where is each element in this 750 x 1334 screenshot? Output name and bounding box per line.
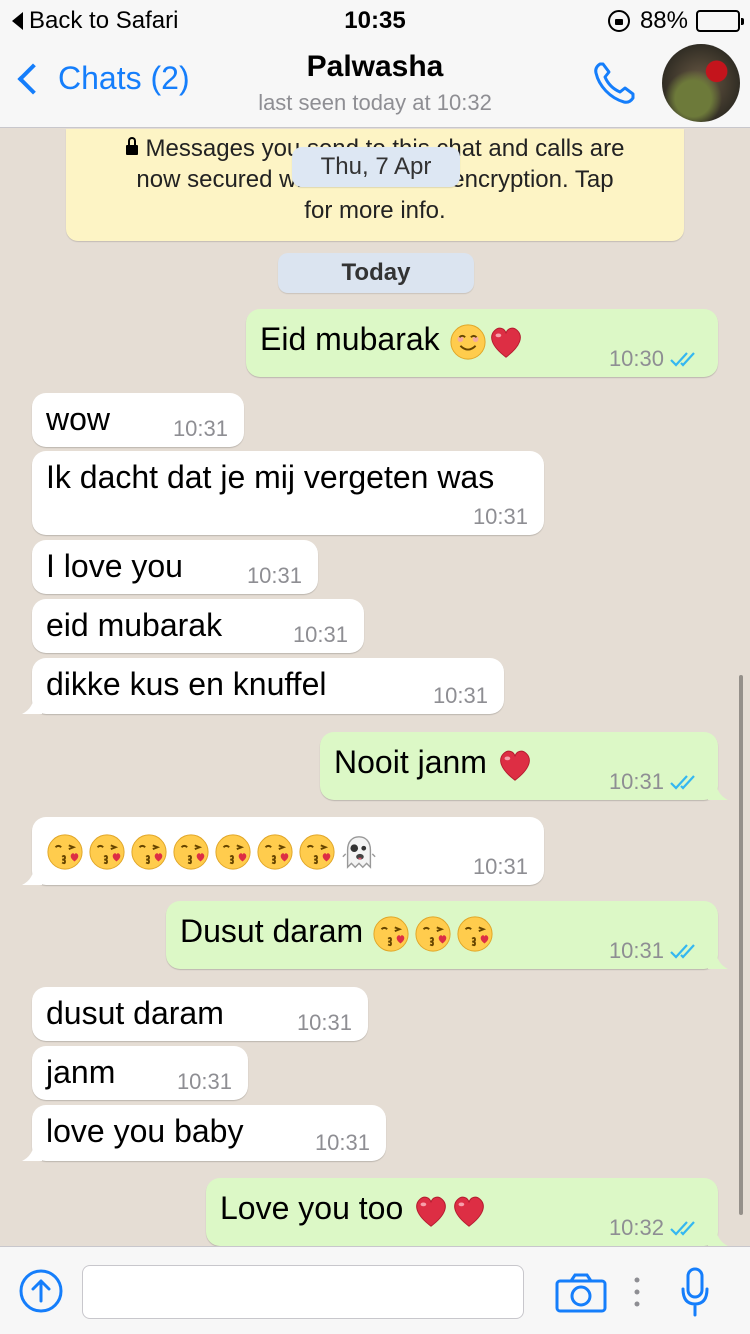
kiss-emoji-icon: [172, 833, 210, 871]
bubble-tail-icon: [22, 1141, 42, 1161]
phone-call-icon[interactable]: [590, 58, 640, 108]
camera-icon[interactable]: [555, 1273, 607, 1313]
message-time: 10:31: [472, 504, 528, 529]
chat-scrollbar[interactable]: [739, 675, 743, 1215]
heart-emoji-icon: [487, 323, 525, 361]
encryption-line-3: for more info.: [304, 197, 446, 224]
read-ticks-icon: [670, 1220, 700, 1236]
message-time: 10:31: [472, 854, 528, 879]
read-ticks-icon: [670, 774, 700, 790]
message-text: Love you too: [220, 1190, 404, 1226]
chat-area[interactable]: Messages you send to this chat and calls…: [0, 129, 750, 1246]
heart-emoji-icon: [496, 746, 534, 784]
message-time: 10:31: [296, 1010, 352, 1035]
smile-emoji-icon: [449, 323, 487, 361]
heart-emoji-icon: [450, 1192, 488, 1230]
message-bubble-incoming[interactable]: wow 10:31: [32, 393, 244, 447]
bubble-tail-icon: [708, 780, 728, 800]
kiss-emoji-icon: [88, 833, 126, 871]
message-text: dikke kus en knuffel: [46, 666, 327, 702]
message-bubble-incoming[interactable]: dusut daram 10:31: [32, 987, 368, 1041]
contact-avatar[interactable]: [662, 44, 740, 122]
message-bubble-incoming[interactable]: eid mubarak 10:31: [32, 599, 364, 653]
message-text: Eid mubarak: [260, 321, 440, 357]
message-text: dusut daram: [46, 995, 224, 1031]
message-time: 10:31: [246, 563, 302, 588]
message-bubble-incoming[interactable]: janm 10:31: [32, 1046, 248, 1100]
read-ticks-icon: [670, 943, 700, 959]
message-text: Nooit janm: [334, 744, 487, 780]
heart-emoji-icon: [412, 1192, 450, 1230]
message-bubble-outgoing[interactable]: Eid mubarak 10:30: [246, 309, 718, 377]
message-time: 10:31: [608, 938, 664, 963]
message-text: Ik dacht dat je mij vergeten was: [46, 459, 495, 495]
message-text: Dusut daram: [180, 913, 364, 949]
message-bubble-incoming[interactable]: I love you 10:31: [32, 540, 318, 594]
message-bubble-incoming[interactable]: Ik dacht dat je mij vergeten was 10:31: [32, 451, 544, 535]
upload-share-icon[interactable]: [18, 1268, 64, 1314]
floating-date-badge: Thu, 7 Apr: [292, 147, 460, 187]
message-time: 10:30: [608, 346, 664, 371]
message-input-bar: [0, 1246, 750, 1334]
kiss-emoji-icon: [256, 833, 294, 871]
message-time: 10:31: [292, 622, 348, 647]
message-text: I love you: [46, 548, 183, 584]
orientation-lock-icon: [607, 10, 630, 32]
message-time: 10:31: [608, 769, 664, 794]
kiss-emoji-icon: [298, 833, 336, 871]
message-time: 10:32: [608, 1215, 664, 1240]
message-bubble-incoming[interactable]: love you baby 10:31: [22, 1105, 386, 1161]
message-bubble-incoming[interactable]: 10:31: [22, 817, 544, 885]
message-time: 10:31: [432, 683, 488, 708]
microphone-icon[interactable]: [680, 1267, 710, 1317]
message-time: 10:31: [176, 1069, 232, 1094]
message-text: eid mubarak: [46, 607, 223, 643]
date-separator: Today: [278, 253, 474, 293]
kiss-emoji-icon: [46, 833, 84, 871]
bubble-tail-icon: [708, 949, 728, 969]
kiss-emoji-icon: [130, 833, 168, 871]
bubble-tail-icon: [22, 865, 42, 885]
message-time: 10:31: [314, 1130, 370, 1155]
message-bubble-outgoing[interactable]: Nooit janm 10:31: [320, 732, 728, 800]
kiss-emoji-icon: [456, 915, 494, 953]
status-bar: Back to Safari 10:35 88%: [0, 0, 750, 40]
kiss-emoji-icon: [214, 833, 252, 871]
bubble-tail-icon: [708, 1226, 728, 1246]
message-text-field[interactable]: [82, 1265, 524, 1319]
message-text: janm: [46, 1054, 116, 1090]
message-text: love you baby: [46, 1113, 244, 1149]
kiss-emoji-icon: [414, 915, 452, 953]
bubble-tail-icon: [22, 694, 42, 714]
more-dots-icon[interactable]: [634, 1277, 640, 1307]
message-bubble-outgoing[interactable]: Dusut daram 10:31: [166, 901, 728, 969]
battery-icon: [696, 10, 744, 32]
message-text: wow: [46, 401, 111, 437]
battery-percent: 88%: [639, 7, 688, 34]
ghost-emoji-icon: [340, 833, 378, 871]
kiss-emoji-icon: [372, 915, 410, 953]
message-time: 10:31: [172, 416, 228, 441]
chat-header: Chats (2) Palwasha last seen today at 10…: [0, 40, 750, 128]
read-ticks-icon: [670, 351, 700, 367]
message-bubble-outgoing[interactable]: Love you too 10:32: [206, 1178, 728, 1246]
message-bubble-incoming[interactable]: dikke kus en knuffel 10:31: [22, 658, 504, 714]
status-right: 88%: [607, 7, 744, 35]
lock-icon: [125, 137, 138, 155]
